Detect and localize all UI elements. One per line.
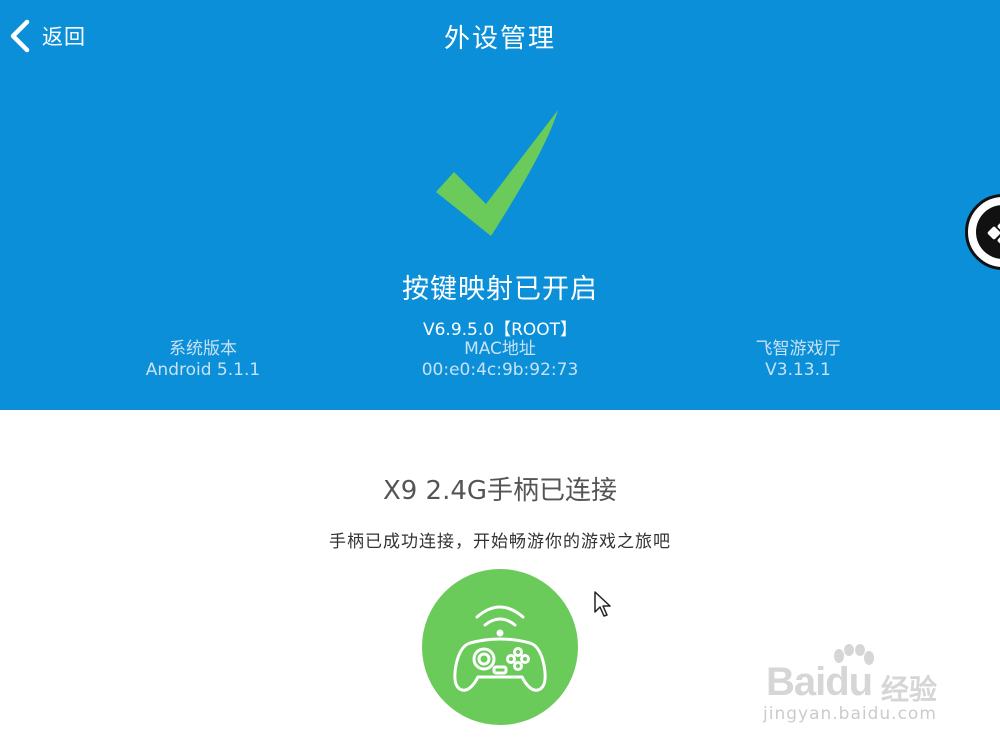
- checkmark-icon: [436, 110, 558, 236]
- watermark-brand: Baidu: [766, 660, 873, 704]
- device-connected-subtitle: 手柄已成功连接，开始畅游你的游戏之旅吧: [329, 532, 671, 552]
- mac-address-info: MAC地址 00:e0:4c:9b:92:73: [380, 339, 620, 381]
- gamepad-dpad-icon: [976, 205, 1000, 259]
- baidu-watermark: Baidu 经验 jingyan.baidu.com: [763, 642, 953, 732]
- header-panel: 返回 外设管理 按键映射已开启 V6.9.5.0【ROOT】 系统版本 Andr…: [0, 0, 1000, 410]
- page-title: 外设管理: [443, 24, 556, 54]
- mac-address-label: MAC地址: [464, 339, 536, 359]
- watermark-url: jingyan.baidu.com: [763, 704, 937, 724]
- mouse-cursor-icon: [594, 591, 611, 617]
- system-version-info: 系统版本 Android 5.1.1: [103, 339, 303, 381]
- gamepad-status-badge: [422, 569, 578, 725]
- mapping-status-text: 按键映射已开启: [402, 274, 598, 305]
- app-name-label: 飞智游戏厅: [755, 339, 841, 359]
- wireless-gamepad-icon: [453, 605, 547, 692]
- system-version-value: Android 5.1.1: [145, 360, 261, 380]
- device-connected-title: X9 2.4G手柄已连接: [382, 476, 618, 506]
- mac-address-value: 00:e0:4c:9b:92:73: [421, 360, 579, 380]
- system-version-label: 系统版本: [169, 339, 237, 359]
- app-version-value: V3.13.1: [765, 360, 831, 380]
- watermark-cn: 经验: [881, 673, 938, 706]
- app-version-info: 飞智游戏厅 V3.13.1: [698, 339, 898, 381]
- version-text: V6.9.5.0【ROOT】: [422, 320, 578, 340]
